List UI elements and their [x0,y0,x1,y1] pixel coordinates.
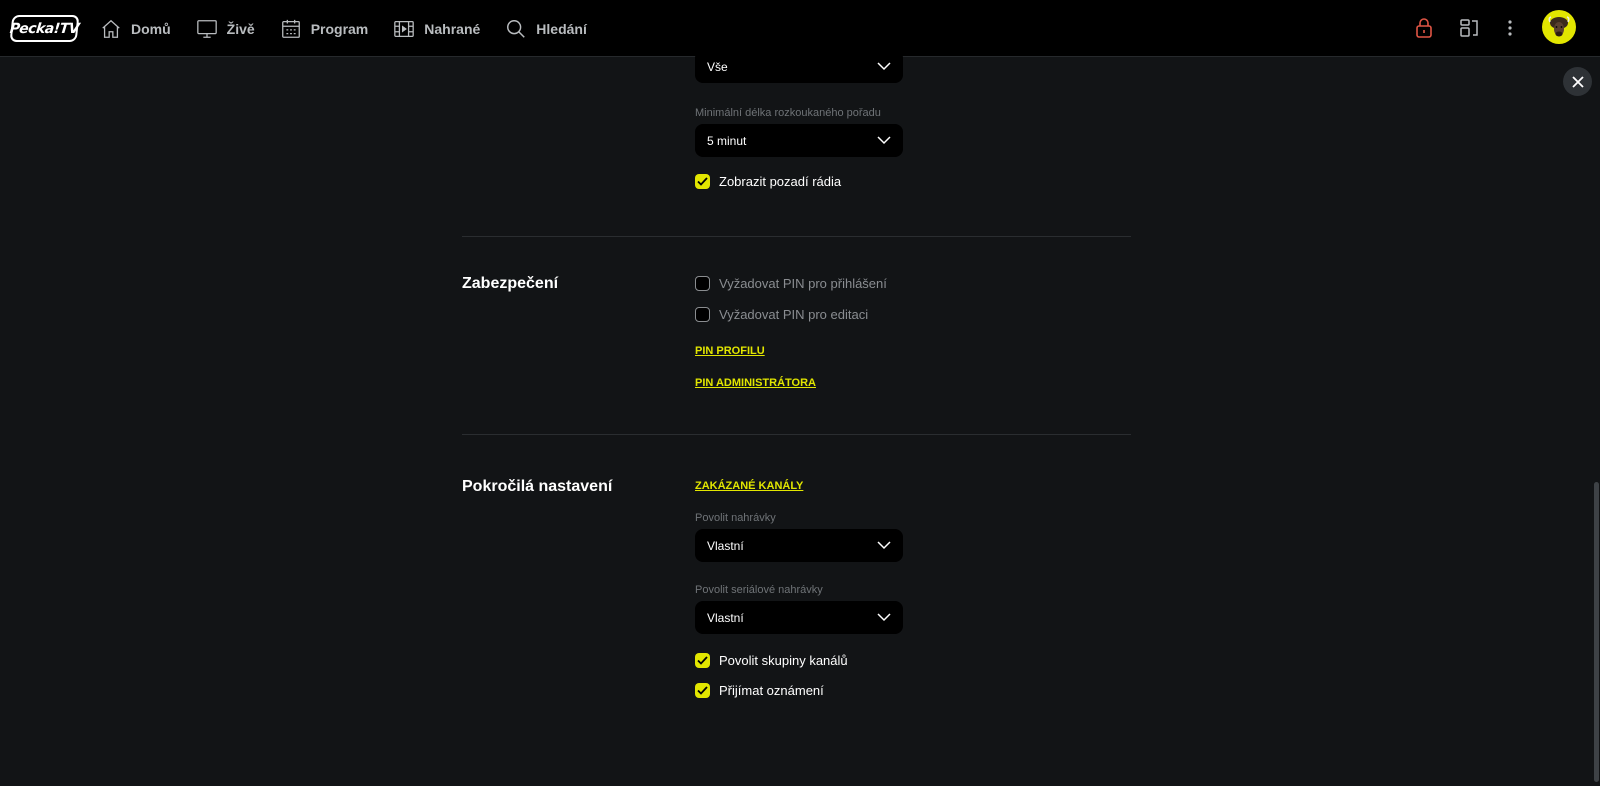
show-radio-bg-label: Zobrazit pozadí rádia [719,174,842,189]
check-icon [697,686,708,695]
admin-pin-link[interactable]: PIN ADMINISTRÁTORA [695,377,816,389]
receive-notifications-label: Přijímat oznámení [719,683,824,698]
checkbox-checked[interactable] [695,683,710,698]
allow-recordings-value: Vlastní [707,538,744,553]
cast-icon[interactable] [1457,16,1481,40]
checkbox-unchecked[interactable] [695,307,710,322]
chevron-down-icon [877,62,891,71]
allow-recordings-label: Povolit nahrávky [695,512,776,524]
content-filter-value: Vše [707,59,728,74]
checkbox-checked[interactable] [695,174,710,189]
allow-channel-groups-checkbox[interactable]: Povolit skupiny kanálů [695,653,848,668]
check-icon [697,177,708,186]
nav-item-search[interactable]: Hledání [505,0,587,57]
pecka-tv-logo[interactable]: Pecka!TV [9,15,80,42]
allow-series-recordings-label: Povolit seriálové nahrávky [695,584,823,596]
film-icon [394,20,415,37]
allow-series-recordings-value: Vlastní [707,610,744,625]
avatar-bison-icon [1548,16,1570,37]
chevron-down-icon [877,136,891,145]
section-divider [462,236,1131,237]
home-icon [102,19,120,38]
blocked-channels-link[interactable]: ZAKÁZANÉ KANÁLY [695,480,803,492]
nav-label-recorded: Nahrané [424,20,481,37]
allow-series-recordings-select[interactable]: Vlastní [695,601,903,634]
section-divider [462,434,1131,435]
require-pin-edit-checkbox[interactable]: Vyžadovat PIN pro editaci [695,307,868,322]
require-pin-login-checkbox[interactable]: Vyžadovat PIN pro přihlášení [695,276,887,291]
receive-notifications-checkbox[interactable]: Přijímat oznámení [695,683,824,698]
lock-icon[interactable] [1412,16,1436,40]
search-icon [507,19,526,38]
nav-label-home: Domů [131,20,171,37]
scrollbar-thumb[interactable] [1594,482,1599,782]
nav-label-program: Program [310,20,369,37]
calendar-icon [281,19,300,38]
section-title-security: Zabezpečení [462,275,559,292]
settings-content: Vše Minimální délka rozkoukaného pořadu … [0,50,1600,786]
require-pin-edit-label: Vyžadovat PIN pro editaci [719,307,869,322]
more-vertical-icon[interactable] [1498,16,1522,40]
content-filter-select[interactable]: Vše [695,50,903,83]
show-radio-bg-checkbox[interactable]: Zobrazit pozadí rádia [695,174,841,189]
nav-label-search: Hledání [536,20,587,37]
checkbox-unchecked[interactable] [695,276,710,291]
min-length-label: Minimální délka rozkoukaného pořadu [695,107,881,119]
check-icon [697,656,708,665]
nav-item-program[interactable]: Program [280,0,369,57]
allow-channel-groups-label: Povolit skupiny kanálů [719,653,848,668]
min-length-select[interactable]: 5 minut [695,124,903,157]
profile-pin-link[interactable]: PIN PROFILU [695,345,765,357]
chevron-down-icon [877,541,891,550]
main-nav: Domů Živě Program Nahrané Hledání [100,0,612,57]
nav-item-home[interactable]: Domů [100,0,171,57]
min-length-value: 5 minut [707,133,747,148]
nav-item-recorded[interactable]: Nahrané [393,0,480,57]
checkbox-checked[interactable] [695,653,710,668]
avatar[interactable] [1542,10,1576,44]
require-pin-login-label: Vyžadovat PIN pro přihlášení [719,276,887,291]
section-title-advanced: Pokročilá nastavení [462,478,613,495]
allow-recordings-select[interactable]: Vlastní [695,529,903,562]
chevron-down-icon [877,613,891,622]
nav-label-live: Živě [226,20,255,37]
nav-item-live[interactable]: Živě [196,0,255,57]
tv-icon [196,19,217,38]
top-navigation-bar: Pecka!TV Domů Živě Program Nahrané Hledá… [0,0,1600,57]
